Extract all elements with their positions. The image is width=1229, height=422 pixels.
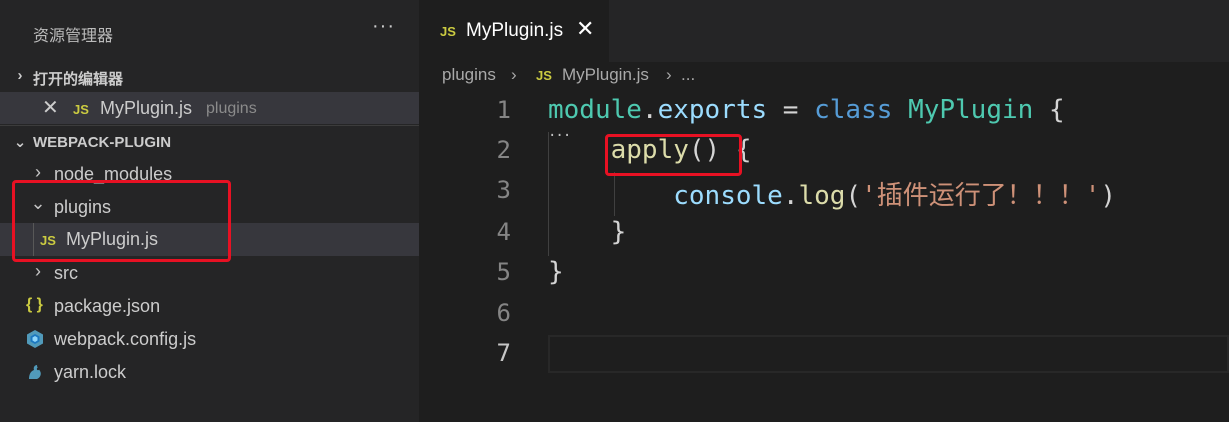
line-number: 6 bbox=[496, 299, 511, 327]
line-number: 2 bbox=[496, 136, 511, 164]
line-number: 7 bbox=[496, 339, 511, 367]
open-editor-filename: MyPlugin.js bbox=[100, 98, 193, 118]
code-editor[interactable]: 1 module.exports = class MyPlugin { ··· … bbox=[419, 92, 1229, 422]
code-text: } bbox=[548, 257, 564, 287]
close-icon[interactable]: ✕ bbox=[42, 95, 59, 120]
code-text: } bbox=[548, 217, 627, 247]
code-line: 6 bbox=[419, 295, 1229, 335]
section-divider bbox=[0, 125, 419, 126]
code-line: 3 console.log('插件运行了！！！') bbox=[419, 172, 1229, 212]
js-file-icon: JS bbox=[440, 24, 456, 39]
tab-myplugin[interactable]: JS MyPlugin.js ✕ bbox=[419, 0, 609, 62]
open-editor-folder: plugins bbox=[206, 100, 257, 117]
breadcrumb: plugins › JS MyPlugin.js › ... bbox=[419, 62, 1229, 90]
code-text: console.log('插件运行了！！！') bbox=[673, 181, 1117, 211]
js-file-icon: JS bbox=[536, 68, 552, 83]
json-file-icon: { } bbox=[26, 296, 43, 313]
code-line: 7 bbox=[419, 335, 1229, 375]
js-file-icon: JS bbox=[73, 102, 89, 117]
chevron-right-icon: › bbox=[17, 67, 23, 84]
tab-bar: JS MyPlugin.js ✕ bbox=[419, 0, 1229, 62]
tree-item-webpack-config[interactable]: webpack.config.js bbox=[0, 323, 419, 355]
open-editors-section-header[interactable]: › 打开的编辑器 bbox=[0, 62, 419, 92]
breadcrumb-folder[interactable]: plugins bbox=[442, 65, 496, 85]
chevron-right-icon: › bbox=[511, 65, 517, 84]
line-number: 4 bbox=[496, 218, 511, 246]
tree-item-label: yarn.lock bbox=[54, 362, 127, 382]
open-editors-label: 打开的编辑器 bbox=[33, 71, 124, 88]
editor-area: JS MyPlugin.js ✕ plugins › JS MyPlugin.j… bbox=[419, 0, 1229, 422]
chevron-right-icon: › bbox=[666, 65, 672, 84]
code-line: 4 } bbox=[419, 214, 1229, 254]
line-number: 1 bbox=[496, 96, 511, 124]
webpack-icon bbox=[25, 329, 45, 354]
project-name: WEBPACK-PLUGIN bbox=[33, 134, 172, 151]
tree-item-package-json[interactable]: { } package.json bbox=[0, 290, 419, 322]
yarn-icon bbox=[25, 362, 45, 387]
breadcrumb-symbol[interactable]: ... bbox=[681, 65, 695, 85]
tab-label: MyPlugin.js bbox=[466, 20, 564, 41]
code-text: module.exports = class MyPlugin { bbox=[548, 95, 1065, 125]
tree-item-yarn-lock[interactable]: yarn.lock bbox=[0, 356, 419, 388]
explorer-sidebar: 资源管理器 ··· › 打开的编辑器 ✕ JS MyPlugin.js plug… bbox=[0, 0, 419, 422]
open-editor-item[interactable]: ✕ JS MyPlugin.js plugins bbox=[0, 92, 419, 124]
tree-item-label: webpack.config.js bbox=[54, 329, 197, 349]
code-line: 2 apply() { bbox=[419, 132, 1229, 172]
chevron-down-icon: ⌄ bbox=[13, 134, 27, 151]
line-number: 5 bbox=[496, 258, 511, 286]
chevron-right-icon: › bbox=[35, 261, 41, 281]
highlight-box-apply bbox=[605, 134, 742, 176]
highlight-box-plugins bbox=[12, 180, 231, 262]
explorer-title: 资源管理器 bbox=[33, 28, 114, 45]
project-section-header[interactable]: ⌄ WEBPACK-PLUGIN bbox=[0, 128, 419, 158]
explorer-header: 资源管理器 ··· bbox=[0, 0, 419, 62]
tree-item-label: src bbox=[54, 263, 78, 283]
close-icon[interactable]: ✕ bbox=[576, 16, 594, 42]
more-actions-icon[interactable]: ··· bbox=[372, 15, 395, 38]
tree-item-label: package.json bbox=[54, 296, 161, 316]
code-line: 1 module.exports = class MyPlugin { bbox=[419, 92, 1229, 132]
line-number: 3 bbox=[496, 176, 511, 204]
code-line: 5 } bbox=[419, 254, 1229, 294]
breadcrumb-file[interactable]: MyPlugin.js bbox=[562, 65, 649, 85]
